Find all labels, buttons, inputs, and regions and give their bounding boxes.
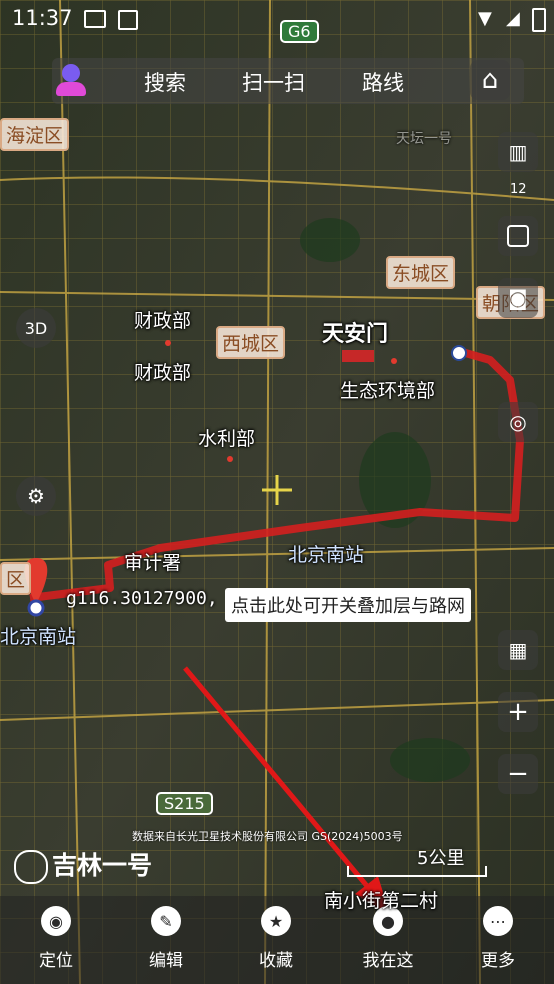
camera-switch-icon: ◎ [509,410,527,434]
bottom-nav: ◉ 定位 ✎ 编辑 ★ 收藏 ● 我在这 ⋯ 更多 [0,896,554,984]
top-bar: 搜索 扫一扫 路线 [52,58,524,104]
wifi-icon: ▼ [478,8,492,29]
status-bar: 11:37 ▼ ◢ [0,0,554,38]
poi-label[interactable]: 财政部 [134,306,191,333]
cube-3d-icon: 3D [24,318,48,338]
notification-icon [118,10,138,30]
zoom-level: 12 [510,182,527,197]
district-label: 西城区 [216,326,286,359]
image-icon [84,10,106,28]
edit-icon: ✎ [151,906,181,936]
map-watermark: 天坛一号 [396,131,452,147]
status-time: 11:37 [12,6,73,30]
zoom-in-button[interactable]: + [498,692,538,732]
poi-label[interactable]: 生态环境部 [340,376,435,403]
district-label: 东城区 [386,256,456,289]
home-button[interactable]: ⌂ [470,60,510,100]
3d-toggle-button[interactable]: 3D [16,308,56,348]
route-end-marker [451,345,467,361]
district-label: 区 [0,562,32,595]
tab-more[interactable]: ⋯ 更多 [458,902,538,971]
road-shield: S215 [156,792,213,815]
screenshot-button[interactable]: ◙ [498,278,538,318]
poi-label[interactable]: 水利部 [198,424,255,451]
map-layers-button[interactable]: ▥ [498,132,538,172]
poi-label[interactable]: 财政部 [134,358,191,385]
plus-icon: + [507,697,529,727]
tab-label: 我在这 [362,951,414,971]
scale-label: 5公里 [417,848,465,869]
more-icon: ⋯ [483,906,513,936]
fullscreen-icon [507,225,529,247]
tab-label: 编辑 [149,951,183,971]
tab-label: 定位 [39,951,73,971]
tab-label: 更多 [481,951,515,971]
tab-label: 收藏 [259,951,293,971]
tab-edit[interactable]: ✎ 编辑 [126,902,206,971]
route-button[interactable]: 路线 [362,67,404,97]
tiananmen-icon [342,350,374,362]
minus-icon: − [507,759,529,789]
camera-icon: ◙ [508,286,528,310]
poi-label[interactable]: 审计署 [124,548,181,575]
search-button[interactable]: 搜索 [144,67,186,97]
scan-button[interactable]: 扫一扫 [242,67,305,97]
district-label: 海淀区 [0,118,70,151]
fullscreen-button[interactable] [498,216,538,256]
copyright-text: 数据来自长光卫星技术股份有限公司 GS(2024)5003号 [132,830,403,843]
brand-name: 吉林一号 [52,851,153,880]
overlay-icon: ▦ [508,638,528,662]
poi-label[interactable]: 南小街第二村 [324,886,438,913]
coordinate-readout: g116.30127900, [66,588,218,609]
signal-icon: ◢ [506,8,520,29]
map-icon: ▥ [508,140,528,164]
zoom-out-button[interactable]: − [498,754,538,794]
gear-icon: ⚙ [27,484,45,508]
user-avatar-icon[interactable] [56,64,86,98]
poi-label[interactable]: 北京南站 [288,540,364,567]
tab-favorites[interactable]: ★ 收藏 [236,902,316,971]
poi-label[interactable]: 北京南站 [0,622,76,649]
poi-label[interactable]: 天安门 [322,316,388,348]
settings-button[interactable]: ⚙ [16,476,56,516]
star-icon: ★ [261,906,291,936]
satellite-logo-icon [14,850,48,884]
overlay-toggle-button[interactable]: ▦ [498,630,538,670]
locate-icon: ◉ [41,906,71,936]
tab-locate[interactable]: ◉ 定位 [16,902,96,971]
home-icon: ⌂ [481,65,499,95]
overlay-hint-tooltip[interactable]: 点击此处可开关叠加层与路网 [225,588,471,622]
capture-button[interactable]: ◎ [498,402,538,442]
battery-icon [532,8,546,32]
